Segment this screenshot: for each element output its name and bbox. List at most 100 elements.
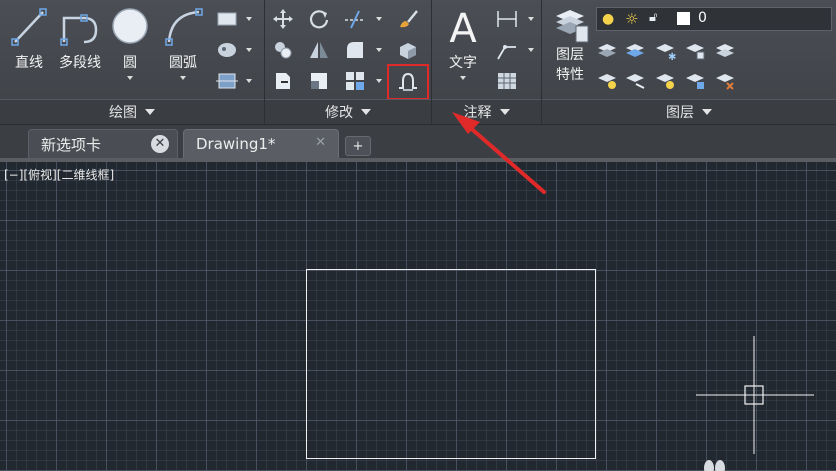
draw-panel-title[interactable]: 绘图 — [0, 99, 264, 124]
trim-tool[interactable] — [342, 6, 368, 32]
drawn-rectangle[interactable] — [306, 269, 596, 459]
layer-dropdown[interactable]: ● ☼ 🔓︎ 0 — [596, 7, 832, 31]
unlock-icon: 🔓︎ — [649, 10, 658, 25]
circle-icon — [112, 8, 148, 44]
trim-dropdown-arrow[interactable] — [376, 17, 382, 21]
hatch-dropdown-arrow[interactable] — [246, 48, 252, 52]
scale-tool[interactable] — [306, 68, 332, 94]
layer-unlock-icon — [686, 74, 704, 89]
text-tool[interactable]: A 文字 — [440, 4, 486, 80]
circle-label: 圆 — [123, 55, 137, 71]
array-icon — [346, 72, 364, 90]
tab-drawing1[interactable]: Drawing1* ✕ — [183, 129, 339, 158]
table-tool[interactable] — [494, 68, 520, 94]
layers-panel: 图层 特性 ● ☼ 🔓︎ 0 ✱ 图层 — [542, 0, 836, 124]
watermark-icon — [704, 460, 725, 471]
circle-dropdown-arrow[interactable] — [127, 76, 133, 80]
dimension-tool[interactable] — [494, 6, 520, 32]
table-icon — [498, 73, 516, 89]
mirror-tool[interactable] — [306, 37, 332, 63]
layer-thaw-icon — [656, 74, 674, 89]
fillet-icon — [347, 42, 363, 58]
draw-panel-title-text: 绘图 — [109, 105, 137, 121]
layer-match-icon — [716, 44, 734, 57]
line-tool[interactable]: 直线 — [8, 4, 50, 72]
layer-freeze-tool[interactable]: ✱ — [652, 38, 678, 64]
drawing-canvas[interactable]: [−][俯视][二维线框] — [0, 162, 836, 471]
lightbulb-icon: ● — [602, 11, 615, 27]
layer-current-icon — [716, 74, 734, 90]
text-icon: A — [449, 6, 477, 50]
line-icon — [11, 8, 47, 46]
mirror-icon — [310, 42, 328, 58]
polyline-label: 多段线 — [59, 55, 101, 71]
trim-icon — [345, 10, 365, 29]
array-tool[interactable] — [342, 68, 368, 94]
draw-panel-caret — [145, 109, 155, 115]
arc-dropdown-arrow[interactable] — [180, 76, 186, 80]
box-icon — [400, 43, 416, 59]
layer-lock-tool[interactable] — [682, 38, 708, 64]
layer-on-icon — [598, 74, 616, 89]
copy-icon — [275, 42, 292, 59]
polyline-tool[interactable]: 多段线 — [54, 4, 106, 72]
layer-on-tool[interactable] — [594, 68, 620, 94]
boundary-tool[interactable] — [214, 68, 240, 94]
layer-properties-label-1: 图层 — [556, 47, 584, 63]
rectangle-dropdown-arrow[interactable] — [246, 17, 252, 21]
layer-thaw-tool[interactable] — [652, 68, 678, 94]
modify-panel-caret — [361, 109, 371, 115]
rotate-icon — [309, 10, 329, 29]
copy-tool[interactable] — [270, 37, 296, 63]
tab-drawing1-label: Drawing1* — [196, 135, 276, 153]
layer-off-tool[interactable] — [594, 38, 620, 64]
leader-dropdown-arrow[interactable] — [528, 48, 534, 52]
rotate-tool[interactable] — [306, 6, 332, 32]
layer-properties-tool[interactable]: 图层 特性 — [548, 4, 592, 84]
boundary-icon — [216, 73, 238, 89]
offset-tool-highlight — [387, 64, 429, 100]
layer-current-tool[interactable] — [712, 68, 738, 94]
leader-tool[interactable] — [494, 37, 520, 63]
layer-stack-icon — [556, 10, 589, 43]
fillet-dropdown-arrow[interactable] — [376, 48, 382, 52]
layer-isolate-tool[interactable] — [622, 38, 648, 64]
layers-panel-title[interactable]: 图层 — [542, 99, 836, 124]
boundary-dropdown-arrow[interactable] — [246, 79, 252, 83]
hatch-tool[interactable] — [214, 37, 240, 63]
line-label: 直线 — [15, 55, 43, 71]
circle-tool[interactable]: 圆 — [108, 4, 152, 80]
plus-icon: + — [352, 138, 364, 154]
close-icon[interactable]: ✕ — [315, 135, 326, 150]
ribbon: 直线 多段线 圆 圆弧 绘图 修改 A 文字 注释 图层 特性 ● ☼ 🔓︎ 0… — [0, 0, 836, 125]
layer-match-tool[interactable] — [712, 38, 738, 64]
tab-new-tab[interactable]: 新选项卡 ✕ — [28, 129, 178, 158]
move-tool[interactable] — [270, 6, 296, 32]
svg-text:✱: ✱ — [668, 52, 676, 61]
close-icon[interactable]: ✕ — [151, 135, 169, 153]
crosshair-cursor — [696, 336, 814, 454]
brush-icon — [400, 10, 418, 28]
dimension-icon — [497, 11, 517, 27]
add-tab-button[interactable]: + — [345, 136, 371, 156]
modify-panel: 修改 — [265, 0, 432, 124]
modify-panel-title[interactable]: 修改 — [265, 99, 431, 124]
viewport-controls-label[interactable]: [−][俯视][二维线框] — [4, 166, 114, 183]
dimension-dropdown-arrow[interactable] — [528, 17, 534, 21]
erase-tool[interactable] — [395, 6, 421, 32]
text-dropdown-arrow[interactable] — [460, 76, 466, 80]
modify-panel-title-text: 修改 — [325, 105, 353, 121]
layer-unlock-tool[interactable] — [682, 68, 708, 94]
rectangle-tool[interactable] — [214, 6, 240, 32]
scale-icon — [311, 73, 327, 89]
polyline-icon — [60, 14, 98, 46]
stretch-tool[interactable] — [270, 68, 296, 94]
array-dropdown-arrow[interactable] — [376, 79, 382, 83]
layer-unisolate-tool[interactable] — [622, 68, 648, 94]
tab-new-tab-label: 新选项卡 — [41, 135, 102, 154]
current-layer-name: 0 — [698, 10, 707, 26]
hatch-icon — [218, 43, 236, 57]
solid-edit-tool[interactable] — [395, 37, 421, 63]
arc-tool[interactable]: 圆弧 — [160, 4, 206, 80]
fillet-tool[interactable] — [342, 37, 368, 63]
